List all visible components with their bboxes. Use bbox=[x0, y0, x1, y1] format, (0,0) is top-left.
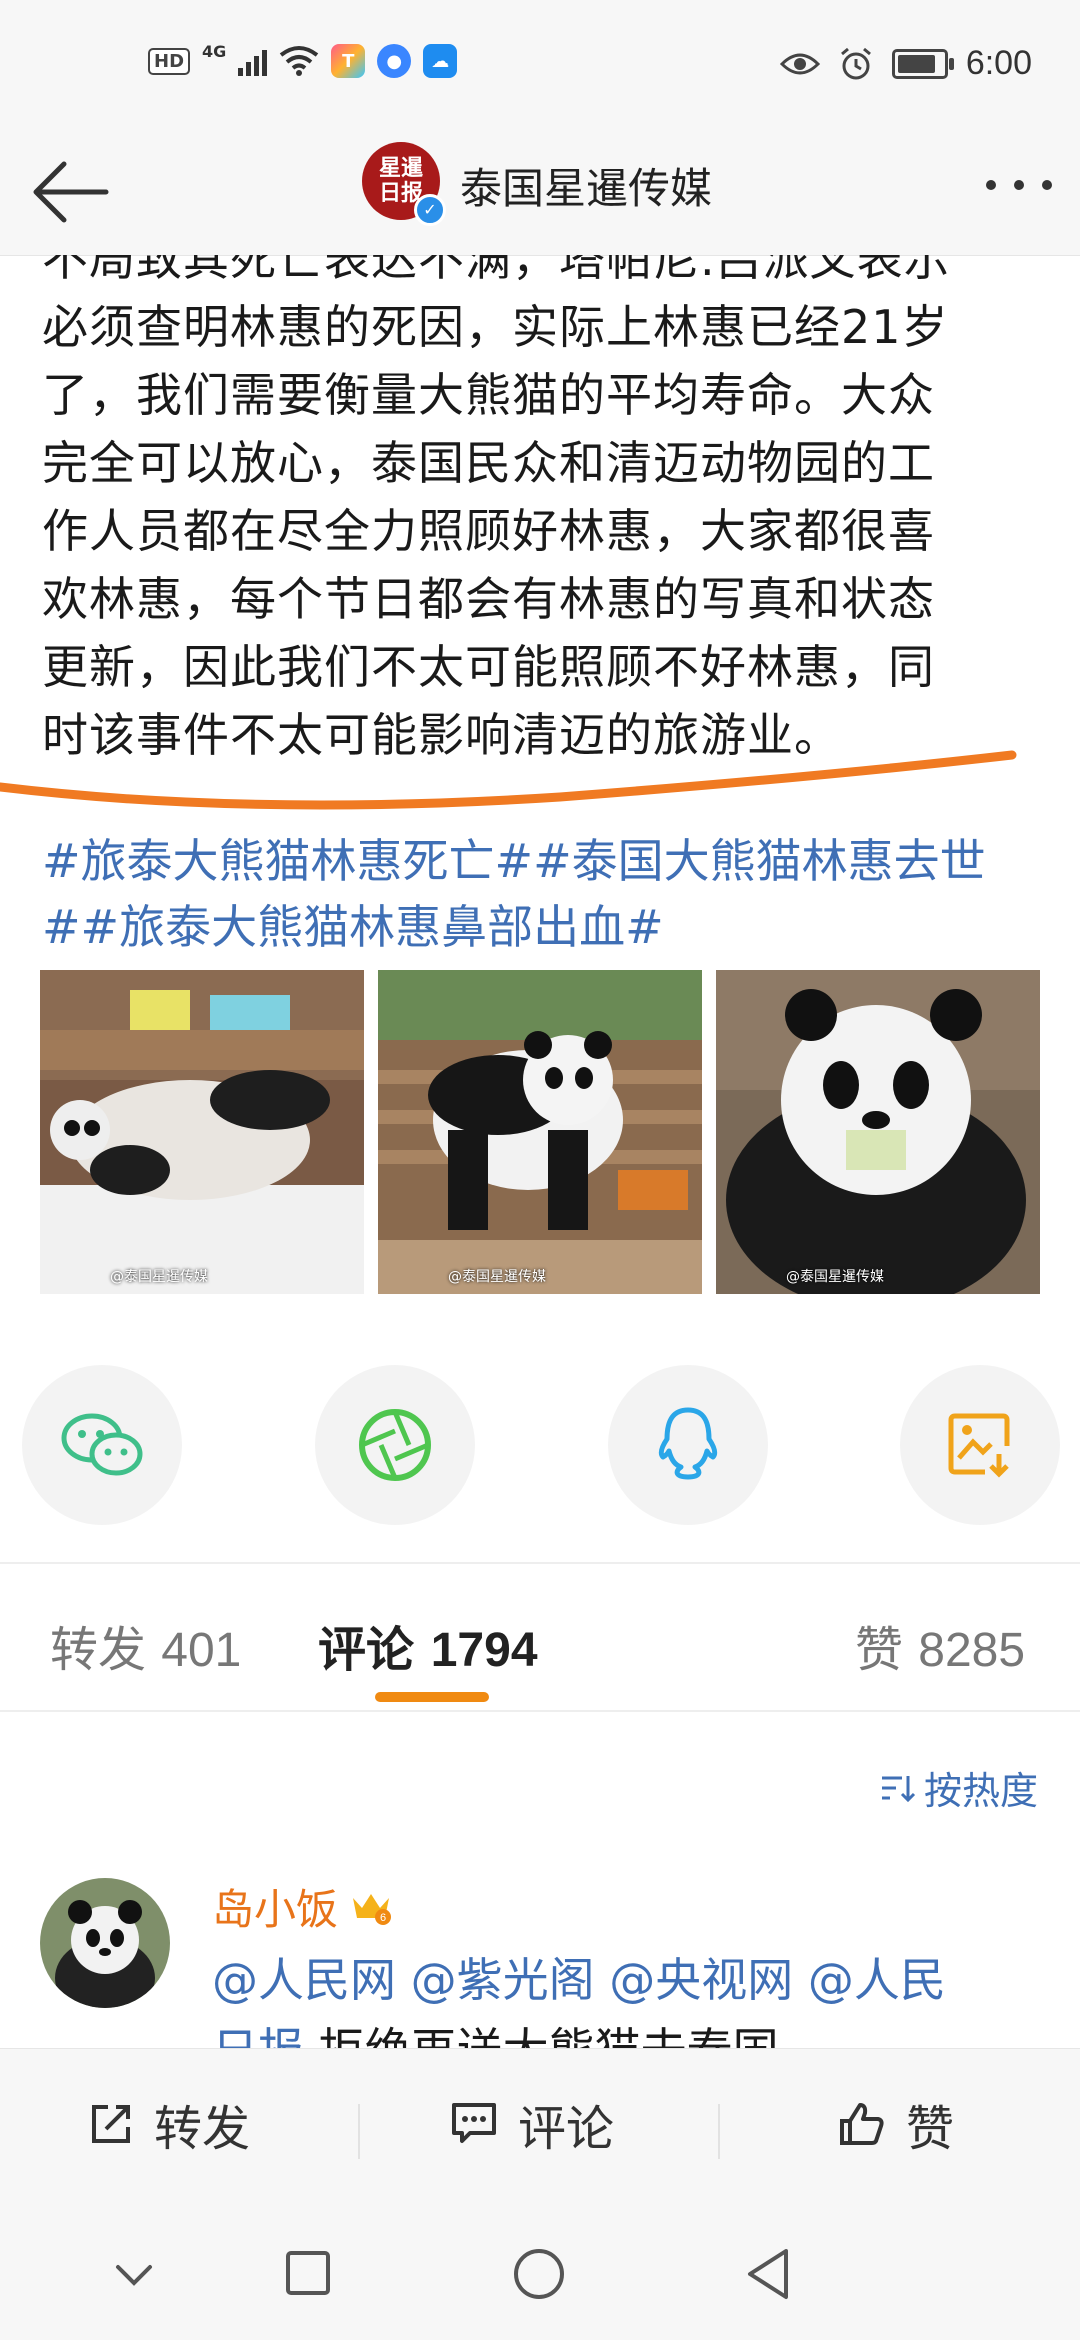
recent-apps-icon[interactable] bbox=[284, 2249, 332, 2297]
post-body: 不局致其死亡表达不满，塔帕尼.吕派叉表示 必须查明林惠的死因，实际上林惠已经21… bbox=[42, 255, 1032, 769]
like-label: 赞 bbox=[906, 2101, 955, 2157]
tab-likes-label: 赞 bbox=[855, 1622, 904, 1678]
bottom-action-bar: 转发 评论 赞 bbox=[0, 2048, 1080, 2214]
tab-divider bbox=[0, 1710, 1080, 1712]
photo-1[interactable]: @泰国星暹传媒 bbox=[40, 970, 364, 1294]
repost-icon bbox=[92, 2105, 130, 2143]
tab-reposts[interactable]: 转发 401 bbox=[50, 1610, 241, 1680]
mention-link[interactable]: @紫光阁 bbox=[411, 1953, 595, 2007]
status-left: HD 4G T ● ☁ bbox=[148, 41, 458, 78]
save-image-icon bbox=[948, 1413, 1010, 1478]
repost-label: 转发 bbox=[154, 2101, 251, 2157]
post-line: 不局致其死亡表达不满，塔帕尼.吕派叉表示 bbox=[42, 255, 951, 286]
mention-link[interactable]: 日报 bbox=[212, 2023, 304, 2050]
browser-icon: ● bbox=[377, 44, 412, 78]
top-nav-bar: 星暹日报 ✓ 泰国星暹传媒 bbox=[0, 130, 1080, 256]
panda-eating-image bbox=[716, 970, 1040, 1294]
section-divider bbox=[0, 1562, 1080, 1564]
tab-comments-count: 1794 bbox=[430, 1624, 538, 1677]
photo-watermark: @泰国星暹传媒 bbox=[110, 1269, 208, 1285]
panda-lying-image bbox=[40, 970, 364, 1294]
sort-icon bbox=[881, 1775, 916, 1802]
post-line: 必须查明林惠的死因，实际上林惠已经21岁 bbox=[42, 300, 949, 354]
post-line: 欢林惠，每个节日都会有林惠的写真和状态 bbox=[42, 572, 935, 626]
hd-indicator: HD bbox=[148, 47, 191, 75]
panda-standing-image bbox=[378, 970, 702, 1294]
network-type: 4G bbox=[202, 41, 227, 61]
hide-keyboard-icon[interactable] bbox=[112, 2253, 156, 2297]
like-icon bbox=[840, 2103, 884, 2145]
weather-icon: ☁ bbox=[423, 44, 458, 78]
status-bar: HD 4G T ● ☁ 6:00 bbox=[0, 0, 1080, 130]
wechat-icon bbox=[61, 1413, 143, 1476]
hashtags[interactable]: #旅泰大熊猫林惠死亡##泰国大熊猫林惠去世##旅泰大熊猫林惠鼻部出血# bbox=[42, 828, 1052, 960]
tab-reposts-label: 转发 bbox=[50, 1622, 147, 1678]
commenter-avatar[interactable] bbox=[40, 1878, 170, 2008]
comment-icon bbox=[452, 2103, 496, 2143]
tab-reposts-count: 401 bbox=[161, 1624, 242, 1677]
signal-icon bbox=[238, 46, 268, 76]
system-navigation-bar bbox=[0, 2213, 1080, 2340]
share-wechat-button[interactable] bbox=[22, 1365, 182, 1525]
back-nav-icon[interactable] bbox=[744, 2247, 792, 2301]
photo-3[interactable]: @泰国星暹传媒 bbox=[716, 970, 1040, 1294]
moments-icon bbox=[359, 1409, 431, 1481]
tab-comments[interactable]: 评论 1794 bbox=[318, 1610, 538, 1680]
eye-icon bbox=[779, 53, 820, 74]
post-line: 作人员都在尽全力照顾好林惠，大家都很喜 bbox=[42, 504, 935, 558]
post-line: 了，我们需要衡量大熊猫的平均寿命。大众 bbox=[42, 368, 935, 422]
action-separator bbox=[718, 2104, 720, 2159]
vip-crown-icon: 6 bbox=[353, 1893, 392, 1925]
share-row bbox=[22, 1365, 1062, 1530]
like-button[interactable]: 赞 bbox=[838, 2089, 954, 2159]
comment-clip: 岛小饭 6 @人民网 @紫光阁 @央视网 @人民 日报 拒绝再送大熊猫去泰国 bbox=[0, 1850, 1080, 2050]
status-time: 6:00 bbox=[965, 44, 1032, 82]
active-tab-indicator bbox=[375, 1692, 489, 1702]
action-separator bbox=[358, 2104, 360, 2159]
comment-button[interactable]: 评论 bbox=[450, 2089, 614, 2159]
status-right: 6:00 bbox=[779, 44, 1032, 83]
qq-icon bbox=[658, 1407, 718, 1480]
battery-icon bbox=[891, 48, 954, 79]
share-qq-button[interactable] bbox=[608, 1365, 768, 1525]
mention-link[interactable]: @人民网 bbox=[212, 1953, 396, 2007]
panda-avatar-image bbox=[40, 1878, 170, 2008]
photo-watermark: @泰国星暹传媒 bbox=[448, 1269, 546, 1285]
tab-likes[interactable]: 赞 8285 bbox=[855, 1610, 1025, 1680]
share-moments-button[interactable] bbox=[315, 1365, 475, 1525]
commenter-name: 岛小饭 bbox=[212, 1885, 339, 1934]
post-line: 完全可以放心，泰国民众和清迈动物园的工 bbox=[42, 436, 935, 490]
more-icon[interactable] bbox=[986, 180, 1052, 190]
tab-comments-label: 评论 bbox=[318, 1622, 415, 1678]
account-name[interactable]: 泰国星暹传媒 bbox=[460, 155, 712, 216]
comment-text: @人民网 @紫光阁 @央视网 @人民 日报 拒绝再送大熊猫去泰国 bbox=[212, 1945, 1032, 2050]
back-arrow-icon[interactable] bbox=[30, 160, 110, 224]
app-notification-icon: T bbox=[331, 44, 366, 78]
sort-label: 按热度 bbox=[923, 1769, 1038, 1813]
verified-icon: ✓ bbox=[414, 194, 446, 226]
vip-level: 6 bbox=[380, 1912, 386, 1924]
photo-grid: @泰国星暹传媒 @泰国星暹传媒 @泰国星暹传媒 bbox=[40, 970, 1040, 1294]
photo-2[interactable]: @泰国星暹传媒 bbox=[378, 970, 702, 1294]
alarm-icon bbox=[840, 47, 871, 79]
photo-watermark: @泰国星暹传媒 bbox=[786, 1269, 884, 1285]
sort-by-hot-button[interactable]: 按热度 bbox=[880, 1760, 1038, 1815]
comment-body: 拒绝再送大熊猫去泰国 bbox=[304, 2023, 779, 2050]
mention-link[interactable]: @人民 bbox=[808, 1953, 946, 2007]
wifi-icon bbox=[280, 46, 319, 76]
commenter-name-row[interactable]: 岛小饭 6 bbox=[212, 1876, 392, 1937]
comment-label: 评论 bbox=[518, 2101, 615, 2157]
tab-likes-count: 8285 bbox=[918, 1624, 1026, 1677]
hand-drawn-underline bbox=[0, 750, 1017, 810]
save-image-button[interactable] bbox=[900, 1365, 1060, 1525]
post-line: 更新，因此我们不太可能照顾不好林惠，同 bbox=[42, 640, 935, 694]
mention-link[interactable]: @央视网 bbox=[609, 1953, 793, 2007]
home-icon[interactable] bbox=[512, 2247, 566, 2301]
repost-button[interactable]: 转发 bbox=[88, 2089, 250, 2159]
